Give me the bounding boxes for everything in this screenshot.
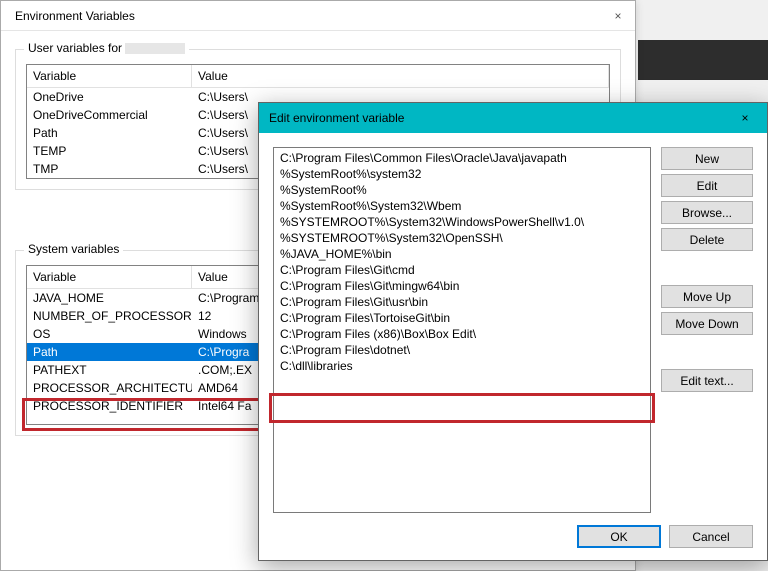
cell-variable: NUMBER_OF_PROCESSORS: [27, 308, 192, 324]
cell-variable: TEMP: [27, 143, 192, 159]
edit-dialog-body: C:\Program Files\Common Files\Oracle\Jav…: [259, 133, 767, 525]
cell-variable: Path: [27, 344, 192, 360]
cell-variable: PROCESSOR_IDENTIFIER: [27, 398, 192, 414]
user-variables-label: User variables for: [24, 41, 189, 55]
edit-dialog-footer: OK Cancel: [259, 525, 767, 562]
browse-button[interactable]: Browse...: [661, 201, 753, 224]
cell-variable: OS: [27, 326, 192, 342]
background-app-window: [638, 40, 768, 80]
cell-variable: TMP: [27, 161, 192, 177]
column-header-value[interactable]: Value: [192, 65, 609, 87]
cell-variable: OneDrive: [27, 89, 192, 105]
cancel-button[interactable]: Cancel: [669, 525, 753, 548]
move-down-button[interactable]: Move Down: [661, 312, 753, 335]
env-dialog-title: Environment Variables: [15, 9, 135, 23]
list-item[interactable]: %SystemRoot%\System32\Wbem: [274, 198, 650, 214]
edit-text-button[interactable]: Edit text...: [661, 369, 753, 392]
edit-dialog-side-buttons: New Edit Browse... Delete Move Up Move D…: [661, 147, 753, 513]
list-item[interactable]: C:\Program Files\Git\mingw64\bin: [274, 278, 650, 294]
ok-button[interactable]: OK: [577, 525, 661, 548]
user-variables-label-text: User variables for: [28, 41, 122, 55]
edit-dialog-titlebar: Edit environment variable ×: [259, 103, 767, 133]
redacted-username: [125, 43, 185, 54]
list-item[interactable]: C:\Program Files\TortoiseGit\bin: [274, 310, 650, 326]
cell-variable: PROCESSOR_ARCHITECTURE: [27, 380, 192, 396]
column-header-variable[interactable]: Variable: [27, 266, 192, 288]
list-item[interactable]: %JAVA_HOME%\bin: [274, 246, 650, 262]
list-item[interactable]: C:\Program Files\Git\usr\bin: [274, 294, 650, 310]
cell-variable: OneDriveCommercial: [27, 107, 192, 123]
close-glyph: ×: [741, 111, 748, 125]
delete-button[interactable]: Delete: [661, 228, 753, 251]
list-item[interactable]: C:\Program Files\Git\cmd: [274, 262, 650, 278]
column-header-variable[interactable]: Variable: [27, 65, 192, 87]
cell-variable: JAVA_HOME: [27, 290, 192, 306]
cell-variable: PATHEXT: [27, 362, 192, 378]
list-item[interactable]: C:\dll\libraries: [274, 358, 650, 374]
env-dialog-titlebar: Environment Variables ×: [1, 1, 635, 31]
close-icon[interactable]: ×: [723, 103, 767, 133]
close-icon[interactable]: ×: [611, 9, 625, 23]
list-item[interactable]: %SystemRoot%: [274, 182, 650, 198]
system-variables-label: System variables: [24, 242, 123, 256]
move-up-button[interactable]: Move Up: [661, 285, 753, 308]
edit-button[interactable]: Edit: [661, 174, 753, 197]
cell-variable: Path: [27, 125, 192, 141]
list-item[interactable]: %SystemRoot%\system32: [274, 166, 650, 182]
list-item[interactable]: %SYSTEMROOT%\System32\OpenSSH\: [274, 230, 650, 246]
list-item[interactable]: C:\Program Files (x86)\Box\Box Edit\: [274, 326, 650, 342]
edit-environment-variable-dialog: Edit environment variable × C:\Program F…: [258, 102, 768, 561]
path-entries-listbox[interactable]: C:\Program Files\Common Files\Oracle\Jav…: [273, 147, 651, 513]
edit-dialog-title: Edit environment variable: [269, 111, 404, 125]
list-item[interactable]: C:\Program Files\Common Files\Oracle\Jav…: [274, 150, 650, 166]
user-table-head: Variable Value: [27, 65, 609, 88]
list-item[interactable]: C:\Program Files\dotnet\: [274, 342, 650, 358]
list-item[interactable]: %SYSTEMROOT%\System32\WindowsPowerShell\…: [274, 214, 650, 230]
new-button[interactable]: New: [661, 147, 753, 170]
